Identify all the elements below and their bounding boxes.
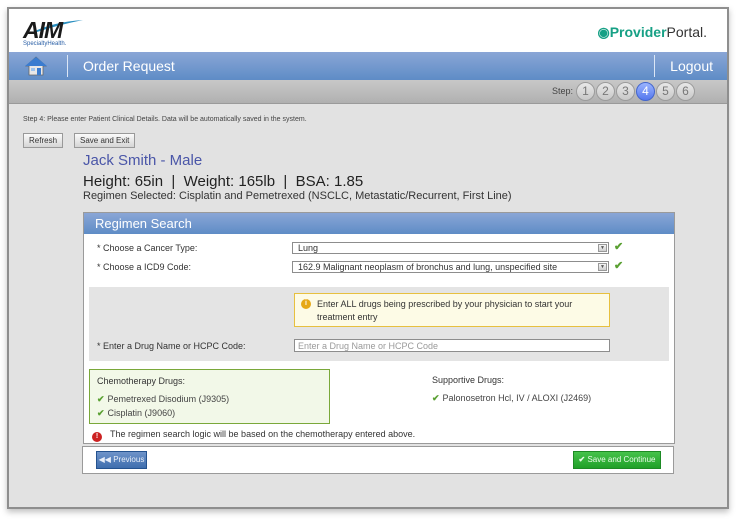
panel-title: Regimen Search	[84, 213, 674, 234]
portal-normal: Portal.	[666, 24, 707, 40]
chemo-drug-item: ✔ Cisplatin (J9060)	[97, 408, 175, 419]
logout-link[interactable]: Logout	[670, 58, 713, 74]
supportive-title: Supportive Drugs:	[432, 375, 505, 385]
step-bar: Step: 1 2 3 4 5 6	[9, 80, 727, 104]
home-icon[interactable]	[25, 56, 47, 76]
previous-button[interactable]: ◀◀ Previous	[96, 451, 147, 469]
patient-name: Jack Smith - Male	[83, 152, 203, 169]
footer-bar: ◀◀ Previous ✔ Save and Continue	[82, 446, 674, 474]
nav-bar: Order Request Logout	[9, 52, 727, 80]
cancer-type-select[interactable]: Lung ▼	[292, 242, 609, 254]
cursor-target-icon: ◉	[597, 24, 610, 40]
notice-box: i Enter ALL drugs being prescribed by yo…	[294, 293, 610, 327]
dropdown-arrow-icon[interactable]: ▼	[598, 263, 607, 271]
rewind-icon: ◀◀	[98, 455, 111, 464]
notice-text: Enter ALL drugs being prescribed by your…	[317, 299, 573, 322]
warning-message: ! The regimen search logic will be based …	[92, 429, 415, 442]
drug-name: Palonosetron Hcl, IV / ALOXI (J2469)	[442, 393, 592, 403]
step-label: Step:	[551, 86, 573, 96]
check-icon: ✔	[97, 394, 105, 404]
provider-portal-logo: ◉ProviderPortal.	[598, 24, 708, 41]
drug-name: Pemetrexed Disodium (J9305)	[107, 394, 230, 404]
check-icon: ✔	[578, 455, 586, 464]
cancer-type-label: * Choose a Cancer Type:	[97, 243, 198, 253]
refresh-button[interactable]: Refresh	[23, 133, 64, 148]
instructions-text: Step 4: Please enter Patient Clinical De…	[23, 116, 307, 123]
chemo-drug-item: ✔ Pemetrexed Disodium (J9305)	[97, 394, 229, 405]
drug-search-input[interactable]	[294, 339, 610, 352]
step-indicator: 1 2 3 4 5 6	[575, 82, 695, 101]
logo-text: AIM	[23, 17, 63, 43]
drug-label: * Enter a Drug Name or HCPC Code:	[97, 341, 246, 351]
alert-icon: !	[92, 432, 102, 442]
nav-divider	[654, 55, 655, 77]
app-window: AIM SpecialtyHealth. ◉ProviderPortal. Or…	[7, 7, 729, 509]
warning-text: The regimen search logic will be based o…	[110, 429, 416, 439]
logo-subtext: SpecialtyHealth.	[23, 41, 67, 47]
nav-divider	[67, 55, 68, 77]
save-exit-button[interactable]: Save and Exit	[74, 133, 136, 148]
supportive-drug-item: ✔ Palonosetron Hcl, IV / ALOXI (J2469)	[432, 393, 591, 404]
save-continue-label: Save and Continue	[587, 455, 656, 464]
icd9-value: 162.9 Malignant neoplasm of bronchus and…	[298, 262, 558, 272]
info-icon: i	[301, 299, 311, 309]
page-title: Order Request	[83, 58, 175, 74]
step-4[interactable]: 4	[636, 82, 655, 101]
icd9-select[interactable]: 162.9 Malignant neoplasm of bronchus and…	[292, 261, 609, 273]
cancer-type-value: Lung	[298, 243, 319, 253]
top-header: AIM SpecialtyHealth. ◉ProviderPortal.	[9, 9, 727, 52]
check-icon: ✔	[614, 260, 624, 272]
portal-bold: Provider	[609, 24, 667, 40]
save-continue-button[interactable]: ✔ Save and Continue	[573, 451, 661, 469]
step-1[interactable]: 1	[576, 82, 595, 101]
step-5[interactable]: 5	[656, 82, 675, 101]
icd9-label: * Choose a ICD9 Code:	[97, 262, 192, 272]
regimen-selected: Regimen Selected: Cisplatin and Pemetrex…	[83, 190, 512, 202]
aim-logo: AIM SpecialtyHealth.	[23, 17, 93, 47]
chemo-title: Chemotherapy Drugs:	[97, 376, 186, 386]
check-icon: ✔	[432, 393, 440, 403]
drug-name: Cisplatin (J9060)	[107, 408, 176, 418]
check-icon: ✔	[614, 241, 624, 253]
dropdown-arrow-icon[interactable]: ▼	[598, 244, 607, 252]
patient-vitals: Height: 65in | Weight: 165lb | BSA: 1.85	[83, 173, 364, 190]
chemotherapy-drugs-box: Chemotherapy Drugs: ✔ Pemetrexed Disodium…	[89, 369, 330, 424]
step-2[interactable]: 2	[596, 82, 615, 101]
step-3[interactable]: 3	[616, 82, 635, 101]
drug-entry-area: i Enter ALL drugs being prescribed by yo…	[89, 287, 669, 361]
step-6[interactable]: 6	[676, 82, 695, 101]
check-icon: ✔	[97, 408, 105, 418]
previous-label: Previous	[113, 455, 145, 464]
regimen-search-panel: Regimen Search * Choose a Cancer Type: L…	[83, 212, 675, 444]
